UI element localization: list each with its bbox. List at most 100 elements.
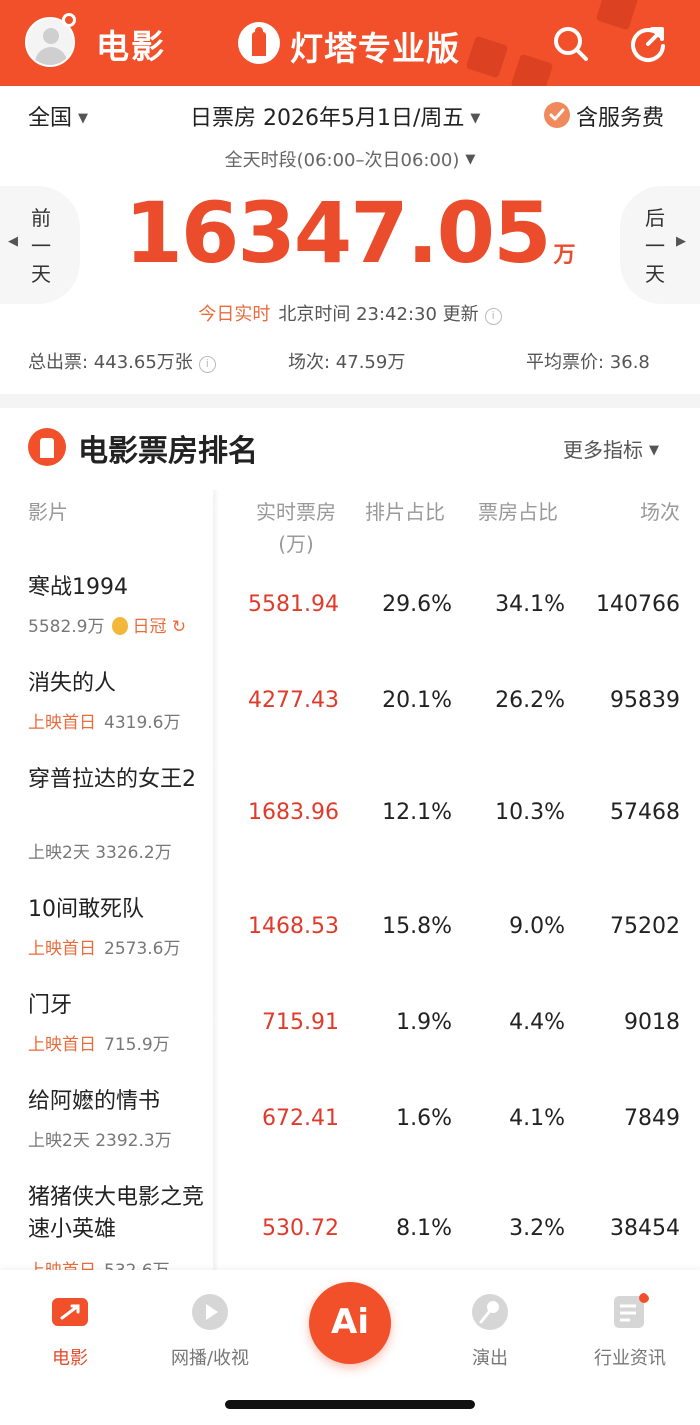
section-divider	[0, 394, 700, 408]
share-value: 4.4%	[509, 1010, 565, 1035]
chevron-down-icon: ▼	[470, 111, 481, 126]
shows-value: 57468	[610, 800, 680, 825]
update-info: 今日实时 北京时间 23:42:30 更新 i	[0, 300, 700, 326]
stats-row: 总出票: 443.65万张 i 场次: 47.59万 平均票价: 36.8	[0, 348, 700, 376]
nav-label: 网播/收视	[170, 1348, 250, 1369]
nav-label: 电影	[52, 1348, 88, 1369]
daily-crown-badge: 日冠	[132, 617, 167, 637]
info-icon[interactable]: i	[198, 356, 216, 373]
news-icon	[614, 1293, 649, 1328]
nav-label: 行业资讯	[594, 1348, 666, 1369]
film-sub: 上映2天 3326.2万	[28, 838, 172, 863]
schedule-value: 29.6%	[382, 592, 452, 617]
share-value: 9.0%	[509, 914, 565, 939]
check-icon	[549, 108, 565, 121]
share-value: 3.2%	[509, 1216, 565, 1241]
column-header-realtime-unit: (万)	[278, 532, 314, 556]
realtime-value: 5581.94	[248, 592, 339, 617]
shows-value: 95839	[610, 688, 680, 713]
column-header-shows[interactable]: 场次	[600, 496, 680, 528]
shows-stat: 场次: 47.59万	[288, 352, 406, 373]
film-name: 穿普拉达的女王2	[28, 767, 196, 792]
chevron-down-icon: ▼	[78, 111, 89, 126]
column-header-film: 影片	[28, 500, 68, 524]
shows-value: 75202	[610, 914, 680, 939]
film-sub: 上映首日 715.9万	[28, 1030, 170, 1055]
service-fee-label[interactable]: 含服务费	[576, 100, 664, 132]
column-header-share[interactable]: 票房占比	[478, 496, 558, 528]
column-header-schedule[interactable]: 排片占比	[365, 496, 445, 528]
movie-icon	[52, 1298, 88, 1326]
total-unit: 万	[553, 243, 576, 268]
ai-label: Ai	[331, 1302, 369, 1342]
more-metrics-label: 更多指标	[563, 438, 643, 462]
share-value: 4.1%	[509, 1106, 565, 1131]
nav-item-news[interactable]: 行业资讯	[570, 1292, 690, 1370]
chevron-down-icon: ▼	[649, 443, 659, 458]
shows-value: 140766	[596, 592, 680, 617]
medal-icon	[112, 617, 129, 635]
region-select[interactable]: 全国 ▼	[28, 100, 88, 132]
realtime-value: 672.41	[262, 1106, 339, 1131]
total-box-office: 16347.05 万	[0, 184, 700, 282]
app-section-title: 电影	[96, 27, 166, 66]
schedule-value: 8.1%	[396, 1216, 452, 1241]
nav-label: 演出	[472, 1348, 508, 1369]
film-name: 消失的人	[28, 671, 117, 696]
total-tickets-text: 总出票: 443.65万张	[28, 352, 193, 373]
home-indicator[interactable]	[225, 1400, 475, 1409]
share-value: 34.1%	[495, 592, 565, 617]
top-bar: 电影 灯塔专业版	[0, 0, 700, 86]
realtime-value: 530.72	[262, 1216, 339, 1241]
more-metrics-button[interactable]: 更多指标 ▼	[563, 434, 659, 463]
film-total: 上映2天 3326.2万	[28, 843, 172, 863]
nav-item-streaming[interactable]: 网播/收视	[150, 1292, 270, 1370]
nav-item-performance[interactable]: 演出	[430, 1292, 550, 1370]
release-tag: 上映首日	[28, 713, 96, 733]
film-sub: 上映首日 4319.6万	[28, 708, 180, 733]
column-header-realtime-label: 实时票房	[256, 500, 336, 524]
service-fee-checkbox[interactable]	[544, 102, 570, 128]
release-tag: 上映首日	[28, 939, 96, 959]
realtime-value: 1683.96	[248, 800, 339, 825]
play-icon	[192, 1294, 228, 1330]
total-tickets-stat: 总出票: 443.65万张 i	[28, 348, 216, 374]
decor-shape	[465, 35, 509, 79]
film-name: 寒战1994	[28, 575, 128, 600]
nav-item-movie[interactable]: 电影	[10, 1292, 130, 1370]
date-select[interactable]: 日票房 2026年5月1日/周五 ▼	[190, 100, 480, 132]
film-total: 715.9万	[104, 1035, 170, 1055]
search-icon[interactable]	[552, 25, 590, 63]
realtime-value: 715.91	[262, 1010, 339, 1035]
date-label: 日票房 2026年5月1日/周五	[190, 106, 465, 131]
lighthouse-icon	[28, 428, 66, 466]
film-name: 10间敢死队	[28, 897, 144, 922]
schedule-value: 1.6%	[396, 1106, 452, 1131]
info-icon[interactable]: i	[484, 308, 502, 325]
realtime-label: 今日实时	[198, 304, 271, 325]
film-name: 门牙	[28, 993, 73, 1018]
chevron-down-icon: ▼	[465, 152, 476, 167]
share-value: 10.3%	[495, 800, 565, 825]
microphone-icon	[472, 1294, 508, 1330]
shows-value: 7849	[624, 1106, 680, 1131]
column-header-realtime[interactable]: 实时票房 (万)	[250, 496, 342, 560]
shows-value: 38454	[610, 1216, 680, 1241]
schedule-value: 20.1%	[382, 688, 452, 713]
film-total: 2573.6万	[104, 939, 181, 959]
total-value: 16347.05	[124, 184, 551, 282]
decor-shape	[510, 53, 554, 86]
brand-name: 灯塔专业版	[290, 29, 460, 68]
refresh-small-icon: ↻	[166, 617, 187, 637]
schedule-value: 15.8%	[382, 914, 452, 939]
film-sub: 上映首日 2573.6万	[28, 934, 180, 959]
time-range-select[interactable]: 全天时段(06:00–次日06:00) ▼	[0, 146, 700, 172]
schedule-value: 12.1%	[382, 800, 452, 825]
ai-assistant-button[interactable]: Ai	[309, 1282, 391, 1364]
notification-dot	[62, 13, 76, 27]
share-value: 26.2%	[495, 688, 565, 713]
film-total: 5582.9万	[28, 617, 105, 637]
film-sub: 上映2天 2392.3万	[28, 1126, 172, 1151]
refresh-icon[interactable]	[628, 24, 668, 64]
film-name: 猪猪侠大电影之竞速小英雄	[28, 1185, 205, 1242]
